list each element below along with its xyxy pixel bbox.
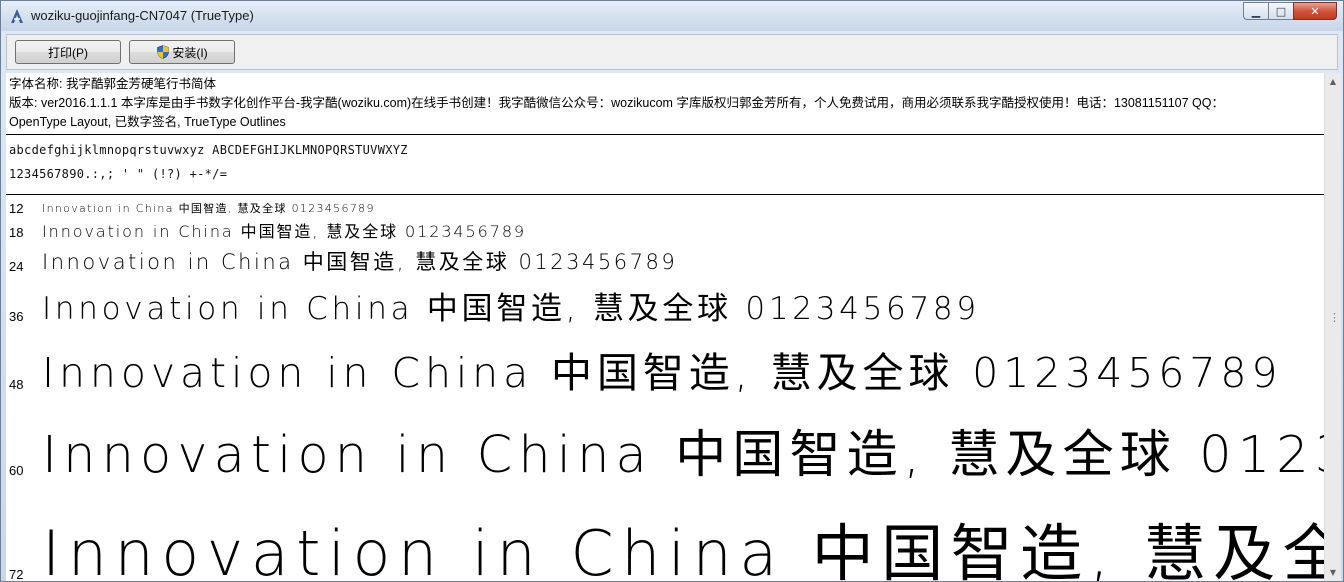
- minimize-icon: ▁: [1251, 4, 1261, 18]
- separator-line: [6, 194, 1324, 195]
- font-viewer-icon: [11, 9, 23, 23]
- sample-text: Innovation in China 中国智造, 慧及全球 012345678…: [42, 517, 1324, 581]
- scroll-grip-icon: ⋮: [1329, 311, 1340, 324]
- maximize-icon: □: [1275, 4, 1287, 18]
- font-features: OpenType Layout, 已数字签名, TrueType Outline…: [9, 115, 286, 129]
- toolbar: 打印(P) 安装(I): [6, 34, 1338, 70]
- close-button[interactable]: ✕: [1293, 2, 1337, 20]
- sample-text: Innovation in China 中国智造, 慧及全球 012345678…: [42, 202, 375, 215]
- vertical-scrollbar[interactable]: ▲ ⋮ ▼: [1324, 73, 1341, 581]
- minimize-button[interactable]: ▁: [1243, 2, 1269, 20]
- sample-size-label: 18: [9, 225, 24, 240]
- sample-size-label: 36: [9, 309, 24, 324]
- uac-shield-icon: [157, 45, 170, 59]
- window-title: woziku-guojinfang-CN7047 (TrueType): [31, 8, 254, 23]
- sample-text: Innovation in China 中国智造, 慧及全球 012345678…: [42, 222, 527, 241]
- sample-size-label: 24: [9, 259, 24, 274]
- maximize-button[interactable]: □: [1268, 2, 1294, 20]
- print-button-label: 打印(P): [48, 45, 88, 60]
- font-viewer-window: woziku-guojinfang-CN7047 (TrueType) ▁ □ …: [0, 0, 1344, 582]
- install-button-label: 安装(I): [172, 45, 208, 60]
- title-bar[interactable]: woziku-guojinfang-CN7047 (TrueType) ▁ □ …: [1, 1, 1343, 31]
- print-button[interactable]: 打印(P): [15, 40, 121, 64]
- charset-letters: abcdefghijklmnopqrstuvwxyz ABCDEFGHIJKLM…: [9, 143, 408, 157]
- font-name: 字体名称: 我字酷郭金芳硬笔行书简体: [9, 77, 216, 91]
- arrow-down-icon: ▼: [1329, 568, 1337, 577]
- sample-size-label: 60: [9, 463, 24, 478]
- sample-text: Innovation in China 中国智造, 慧及全球 012345678…: [42, 349, 1283, 397]
- close-icon: ✕: [1310, 4, 1320, 18]
- sample-text: Innovation in China 中国智造, 慧及全球 012345678…: [42, 426, 1324, 485]
- separator-line: [6, 134, 1324, 135]
- scroll-up-button[interactable]: ▲: [1325, 73, 1341, 90]
- sample-size-label: 48: [9, 377, 24, 392]
- scroll-down-button[interactable]: ▼: [1325, 564, 1341, 581]
- font-version: 版本: ver2016.1.1.1 本字库是由手书数字化创作平台-我字酷(woz…: [9, 96, 1224, 110]
- font-info: 字体名称: 我字酷郭金芳硬笔行书简体 版本: ver2016.1.1.1 本字库…: [6, 73, 1324, 132]
- sample-size-label: 72: [9, 567, 24, 581]
- sample-text: Innovation in China 中国智造, 慧及全球 012345678…: [42, 291, 980, 327]
- sample-text: Innovation in China 中国智造, 慧及全球 012345678…: [42, 250, 678, 274]
- caption-buttons: ▁ □ ✕: [1243, 2, 1337, 20]
- sample-size-label: 12: [9, 201, 24, 216]
- arrow-up-icon: ▲: [1329, 77, 1337, 86]
- font-preview-pane: 字体名称: 我字酷郭金芳硬笔行书简体 版本: ver2016.1.1.1 本字库…: [6, 73, 1324, 581]
- install-button[interactable]: 安装(I): [129, 40, 235, 64]
- charset-digits: 1234567890.:,; ' " (!?) +-*/=: [9, 167, 228, 181]
